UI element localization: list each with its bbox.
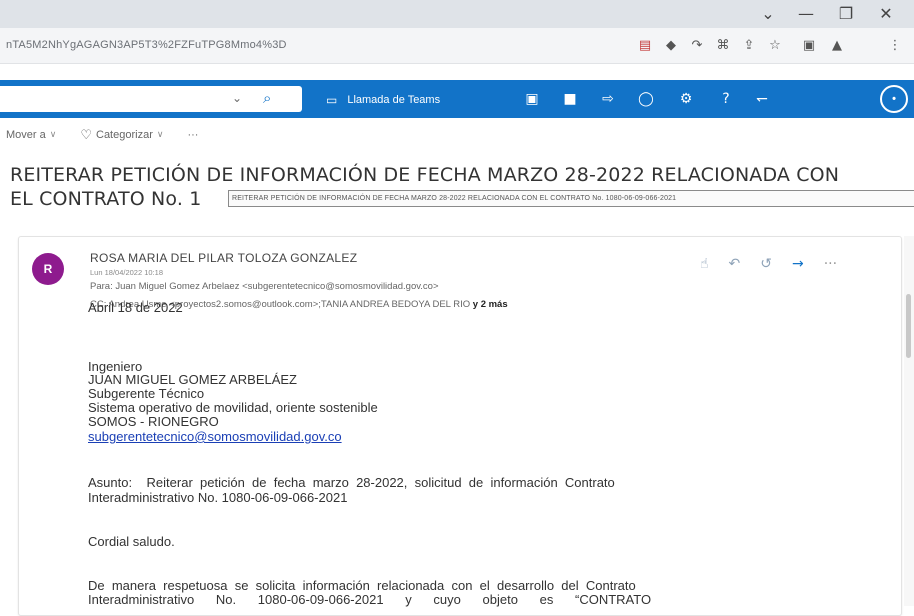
search-scope-chevron-icon[interactable]: ⌄: [232, 91, 242, 105]
read-aloud-icon[interactable]: ↷: [688, 37, 706, 55]
sender-name[interactable]: ROSA MARIA DEL PILAR TOLOZA GONZALEZ: [90, 251, 357, 265]
more-actions-button[interactable]: ···: [187, 129, 198, 141]
body-paragraph-line-2: Interadministrativo No. 1080-06-09-066-2…: [88, 592, 652, 607]
browser-menu-icon[interactable]: ⋮: [886, 37, 904, 55]
teams-call-button[interactable]: ▭ Llamada de Teams: [326, 91, 440, 109]
reply-all-icon[interactable]: ↺: [760, 256, 772, 272]
teams-call-label: Llamada de Teams: [347, 94, 441, 106]
minimize-button[interactable]: —: [792, 4, 820, 24]
my-day-icon[interactable]: ▣: [522, 89, 542, 109]
body-date: Abril 18 de 2022: [88, 300, 183, 315]
scrollbar-thumb[interactable]: [906, 294, 911, 358]
search-input[interactable]: ⌄ ⌕: [0, 86, 302, 112]
profile-icon[interactable]: ▲: [828, 37, 846, 55]
maximize-button[interactable]: ❐: [832, 4, 860, 24]
chevron-down-icon: ∨: [49, 130, 57, 140]
outlook-header-bar: ⌄ ⌕ ▭ Llamada de Teams ▣ ■ ⇨ ◯ ⚙ ? ↽ •: [0, 80, 914, 118]
tag-icon: ♡: [80, 127, 92, 143]
browser-title-bar: ⌄ — ❐ ✕: [0, 0, 914, 28]
command-bar: Mover a ∨ ♡ Categorizar ∨ ···: [0, 124, 914, 146]
favorite-star-icon[interactable]: ☆: [766, 37, 784, 55]
translate-icon[interactable]: ▤: [636, 37, 654, 55]
subject-line-1: REITERAR PETICIÓN DE INFORMACIÓN DE FECH…: [10, 164, 840, 186]
like-icon[interactable]: ☝: [700, 256, 709, 272]
search-icon[interactable]: ⌕: [263, 89, 271, 107]
to-recipients[interactable]: Para: Juan Miguel Gomez Arbelaez <subger…: [90, 281, 439, 292]
feedback-icon[interactable]: ↽: [752, 89, 772, 109]
video-camera-icon: ▭: [326, 93, 338, 107]
scrollbar-track[interactable]: [904, 236, 914, 606]
sender-avatar[interactable]: R: [32, 253, 64, 285]
extension-icon[interactable]: ◆: [662, 37, 680, 55]
subject-tooltip: REITERAR PETICIÓN DE INFORMACIÓN DE FECH…: [228, 190, 914, 207]
address-bar: nTA5M2NhYgAGAGN3AP5T3%2FZFuTPG8Mmo4%3D ▤…: [0, 28, 914, 64]
message-actions: ☝ ↶ ↺ → ···: [700, 256, 837, 272]
move-to-button[interactable]: Mover a ∨: [6, 129, 56, 141]
body-subject-line-2: Interadministrativo No. 1080-06-09-066-2…: [88, 490, 348, 505]
url-text[interactable]: nTA5M2NhYgAGAGN3AP5T3%2FZFuTPG8Mmo4%3D: [6, 39, 287, 51]
body-paragraph-line-1: De manera respetuosa se solicita informa…: [88, 578, 636, 593]
close-window-button[interactable]: ✕: [872, 4, 900, 24]
body-salutation: Cordial saludo.: [88, 534, 175, 549]
body-recipient-org: Sistema operativo de movilidad, oriente …: [88, 400, 378, 415]
settings-gear-icon[interactable]: ⚙: [676, 89, 696, 109]
body-subject-line-1: Asunto: Reiterar petición de fecha marzo…: [88, 475, 615, 490]
sent-date: Lun 18/04/2022 10:18: [90, 268, 163, 277]
move-to-label: Mover a: [6, 129, 46, 141]
body-recipient-company: SOMOS - RIONEGRO: [88, 414, 219, 429]
reply-icon[interactable]: ↶: [729, 256, 741, 272]
tab-search-chevron-icon[interactable]: ⌄: [754, 4, 782, 24]
more-actions-label: ···: [187, 129, 199, 141]
categorize-label: Categorizar: [96, 129, 153, 141]
share-icon[interactable]: ⇪: [740, 37, 758, 55]
body-recipient-name: JUAN MIGUEL GOMEZ ARBELÁEZ: [88, 372, 298, 387]
account-avatar[interactable]: •: [880, 85, 908, 113]
chevron-down-icon: ∨: [156, 130, 164, 140]
body-recipient-role: Subgerente Técnico: [88, 386, 205, 401]
sync-icon[interactable]: ⇨: [598, 89, 618, 109]
app-available-icon[interactable]: ⌘: [714, 37, 732, 55]
split-screen-icon[interactable]: ▣: [800, 37, 818, 55]
categorize-button[interactable]: ♡ Categorizar ∨: [80, 128, 163, 143]
body-recipient-email-link[interactable]: subgerentetecnico@somosmovilidad.gov.co: [88, 429, 342, 444]
subject-line-2: EL CONTRATO No. 1: [10, 188, 202, 210]
forward-icon[interactable]: →: [792, 256, 804, 272]
more-options-icon[interactable]: ···: [824, 256, 837, 272]
notifications-bell-icon[interactable]: ◯: [636, 89, 656, 109]
notes-icon[interactable]: ■: [560, 89, 580, 109]
help-icon[interactable]: ?: [716, 89, 736, 109]
